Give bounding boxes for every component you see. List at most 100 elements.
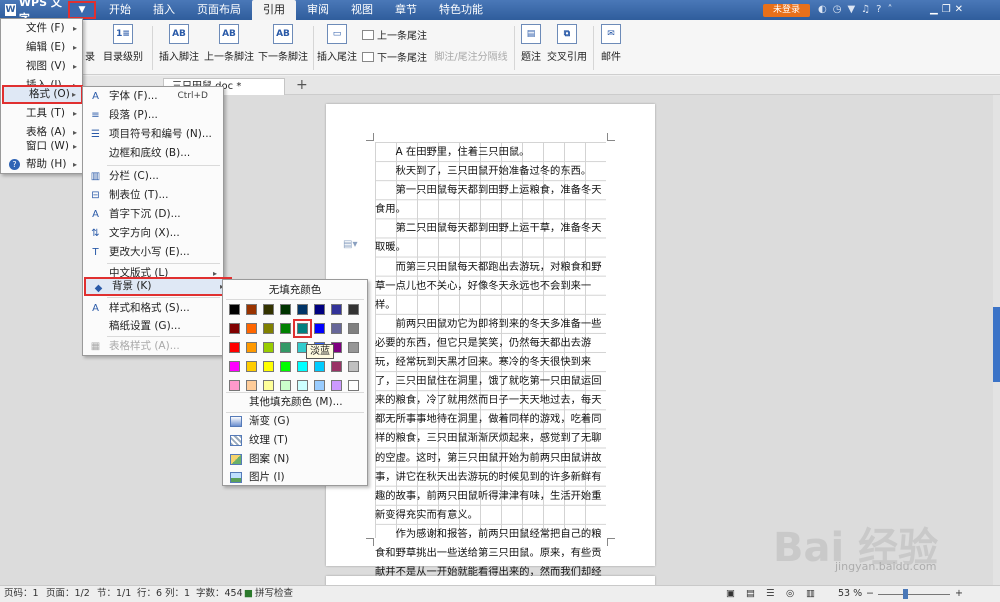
status-page[interactable]: 页面：1/2	[46, 586, 90, 602]
menu-file[interactable]: 文件 (F) ▸	[1, 19, 82, 38]
outline-view-icon[interactable]: ☰	[766, 586, 775, 602]
color-swatch[interactable]	[314, 361, 325, 372]
tab-special[interactable]: 特色功能	[428, 0, 494, 20]
menu-window[interactable]: 窗口 (W) ▸	[1, 137, 82, 156]
color-swatch[interactable]	[293, 319, 312, 338]
format-styles[interactable]: A 样式和格式 (S)...	[83, 299, 223, 318]
menu-format[interactable]: 格式 (O) ▸	[2, 85, 83, 104]
toc-button-label[interactable]: 录	[84, 48, 96, 63]
fill-picture[interactable]: 图片 (I)	[223, 468, 367, 487]
color-swatch[interactable]	[246, 323, 257, 334]
format-manuscript-paper[interactable]: 稿纸设置 (G)...	[83, 317, 223, 336]
format-columns[interactable]: ▥ 分栏 (C)...	[83, 167, 223, 186]
color-swatch[interactable]	[229, 380, 240, 391]
insert-endnote-button[interactable]: ▭ 插入尾注	[317, 24, 357, 63]
format-dropcap[interactable]: A 首字下沉 (D)...	[83, 205, 223, 224]
no-fill-color[interactable]: 无填充颜色	[223, 281, 367, 299]
tab-references[interactable]: 引用	[252, 0, 296, 20]
color-swatch[interactable]	[263, 380, 274, 391]
color-swatch[interactable]	[229, 304, 240, 315]
fill-texture[interactable]: 纹理 (T)	[223, 431, 367, 450]
status-word-count[interactable]: 字数：454	[196, 586, 243, 602]
reading-view-icon[interactable]: ▥	[806, 586, 815, 602]
view-mode-icon[interactable]: ▣	[726, 586, 735, 602]
fill-pattern[interactable]: 图案 (N)	[223, 450, 367, 469]
tab-view[interactable]: 视图	[340, 0, 384, 20]
login-button[interactable]: 未登录	[763, 4, 810, 17]
restore-icon[interactable]: ❐	[942, 2, 951, 18]
menu-help[interactable]: ? 帮助 (H) ▸	[1, 155, 82, 174]
color-swatch[interactable]	[331, 380, 342, 391]
color-swatch[interactable]	[348, 304, 359, 315]
color-swatch[interactable]	[246, 380, 257, 391]
document-page[interactable]: ▤▾ A 在田野里，住着三只田鼠。 秋天到了，三只田鼠开始准备过冬的东西。 第一…	[326, 104, 655, 578]
color-swatch[interactable]	[348, 323, 359, 334]
color-swatch[interactable]	[229, 323, 240, 334]
menu-view[interactable]: 视图 (V) ▸	[1, 57, 82, 76]
color-swatch[interactable]	[280, 380, 291, 391]
color-swatch[interactable]	[314, 323, 325, 334]
format-change-case[interactable]: T 更改大小写 (E)...	[83, 243, 223, 262]
color-swatch[interactable]	[314, 380, 325, 391]
color-swatch[interactable]	[263, 361, 274, 372]
paragraph-marker-icon[interactable]: ▤▾	[343, 239, 357, 250]
insert-footnote-button[interactable]: AB 插入脚注	[157, 24, 201, 63]
format-background[interactable]: ◆背景 (K)▸	[84, 277, 232, 296]
color-swatch[interactable]	[229, 361, 240, 372]
color-swatch[interactable]	[297, 380, 308, 391]
tab-page-layout[interactable]: 页面布局	[186, 0, 252, 20]
format-paragraph[interactable]: ≡ 段落 (P)...	[83, 106, 223, 125]
more-fill-colors[interactable]: 其他填充颜色 (M)...	[223, 393, 367, 412]
help-icon[interactable]: ?	[876, 2, 881, 18]
chevron-up-icon[interactable]: ˄	[887, 2, 892, 18]
scrollbar-thumb[interactable]	[993, 307, 1000, 382]
document-body[interactable]: A 在田野里，住着三只田鼠。 秋天到了，三只田鼠开始准备过冬的东西。 第一只田鼠…	[375, 143, 607, 579]
color-swatch[interactable]	[280, 304, 291, 315]
tab-home[interactable]: 开始	[98, 0, 142, 20]
color-swatch[interactable]	[229, 342, 240, 353]
color-swatch[interactable]	[314, 304, 325, 315]
toc-level-button[interactable]: 1≡ 目录级别	[98, 24, 148, 63]
color-swatch[interactable]	[263, 323, 274, 334]
color-swatch[interactable]	[246, 304, 257, 315]
format-font[interactable]: A 字体 (F)... Ctrl+D	[83, 87, 223, 106]
tab-insert[interactable]: 插入	[142, 0, 186, 20]
new-tab-icon[interactable]: +	[296, 77, 308, 93]
prev-footnote-button[interactable]: AB 上一条脚注	[203, 24, 255, 63]
next-endnote-button[interactable]: 下一条尾注	[362, 49, 427, 64]
zoom-slider[interactable]	[878, 594, 950, 595]
next-footnote-button[interactable]: AB 下一条脚注	[257, 24, 309, 63]
color-swatch[interactable]	[280, 361, 291, 372]
skin-icon[interactable]: ◐	[818, 2, 827, 18]
zoom-level[interactable]: 53 %	[838, 586, 862, 602]
status-spellcheck[interactable]: 拼写检查	[255, 586, 293, 602]
format-text-direction[interactable]: ⇅ 文字方向 (X)...	[83, 224, 223, 243]
vertical-scrollbar[interactable]	[993, 95, 1000, 585]
zoom-in-icon[interactable]: +	[955, 586, 963, 602]
color-swatch[interactable]	[331, 323, 342, 334]
color-swatch[interactable]	[331, 304, 342, 315]
caption-button[interactable]: ▤ 题注	[518, 24, 544, 63]
format-tabs[interactable]: ⊟ 制表位 (T)...	[83, 186, 223, 205]
tab-section[interactable]: 章节	[384, 0, 428, 20]
minimize-icon[interactable]: ▁	[930, 2, 938, 18]
tab-review[interactable]: 审阅	[296, 0, 340, 20]
color-swatch[interactable]	[348, 342, 359, 353]
zoom-slider-handle[interactable]	[903, 589, 908, 599]
cross-reference-button[interactable]: ⧉ 交叉引用	[547, 24, 587, 63]
mail-button[interactable]: ✉ 邮件	[598, 24, 624, 63]
color-swatch[interactable]	[348, 361, 359, 372]
color-swatch[interactable]	[297, 304, 308, 315]
color-swatch[interactable]	[280, 342, 291, 353]
clock-icon[interactable]: ◷	[833, 2, 842, 18]
color-swatch[interactable]	[280, 323, 291, 334]
app-menu-button[interactable]: W WPS 文字	[2, 0, 68, 25]
color-swatch[interactable]	[263, 304, 274, 315]
web-view-icon[interactable]: ◎	[786, 586, 794, 602]
color-swatch[interactable]	[246, 361, 257, 372]
color-swatch[interactable]	[331, 361, 342, 372]
color-swatch[interactable]	[263, 342, 274, 353]
shirt-icon[interactable]: ▼	[847, 2, 855, 18]
menu-edit[interactable]: 编辑 (E) ▸	[1, 38, 82, 57]
format-table-style[interactable]: ▦ 表格样式 (A)...	[83, 337, 223, 356]
